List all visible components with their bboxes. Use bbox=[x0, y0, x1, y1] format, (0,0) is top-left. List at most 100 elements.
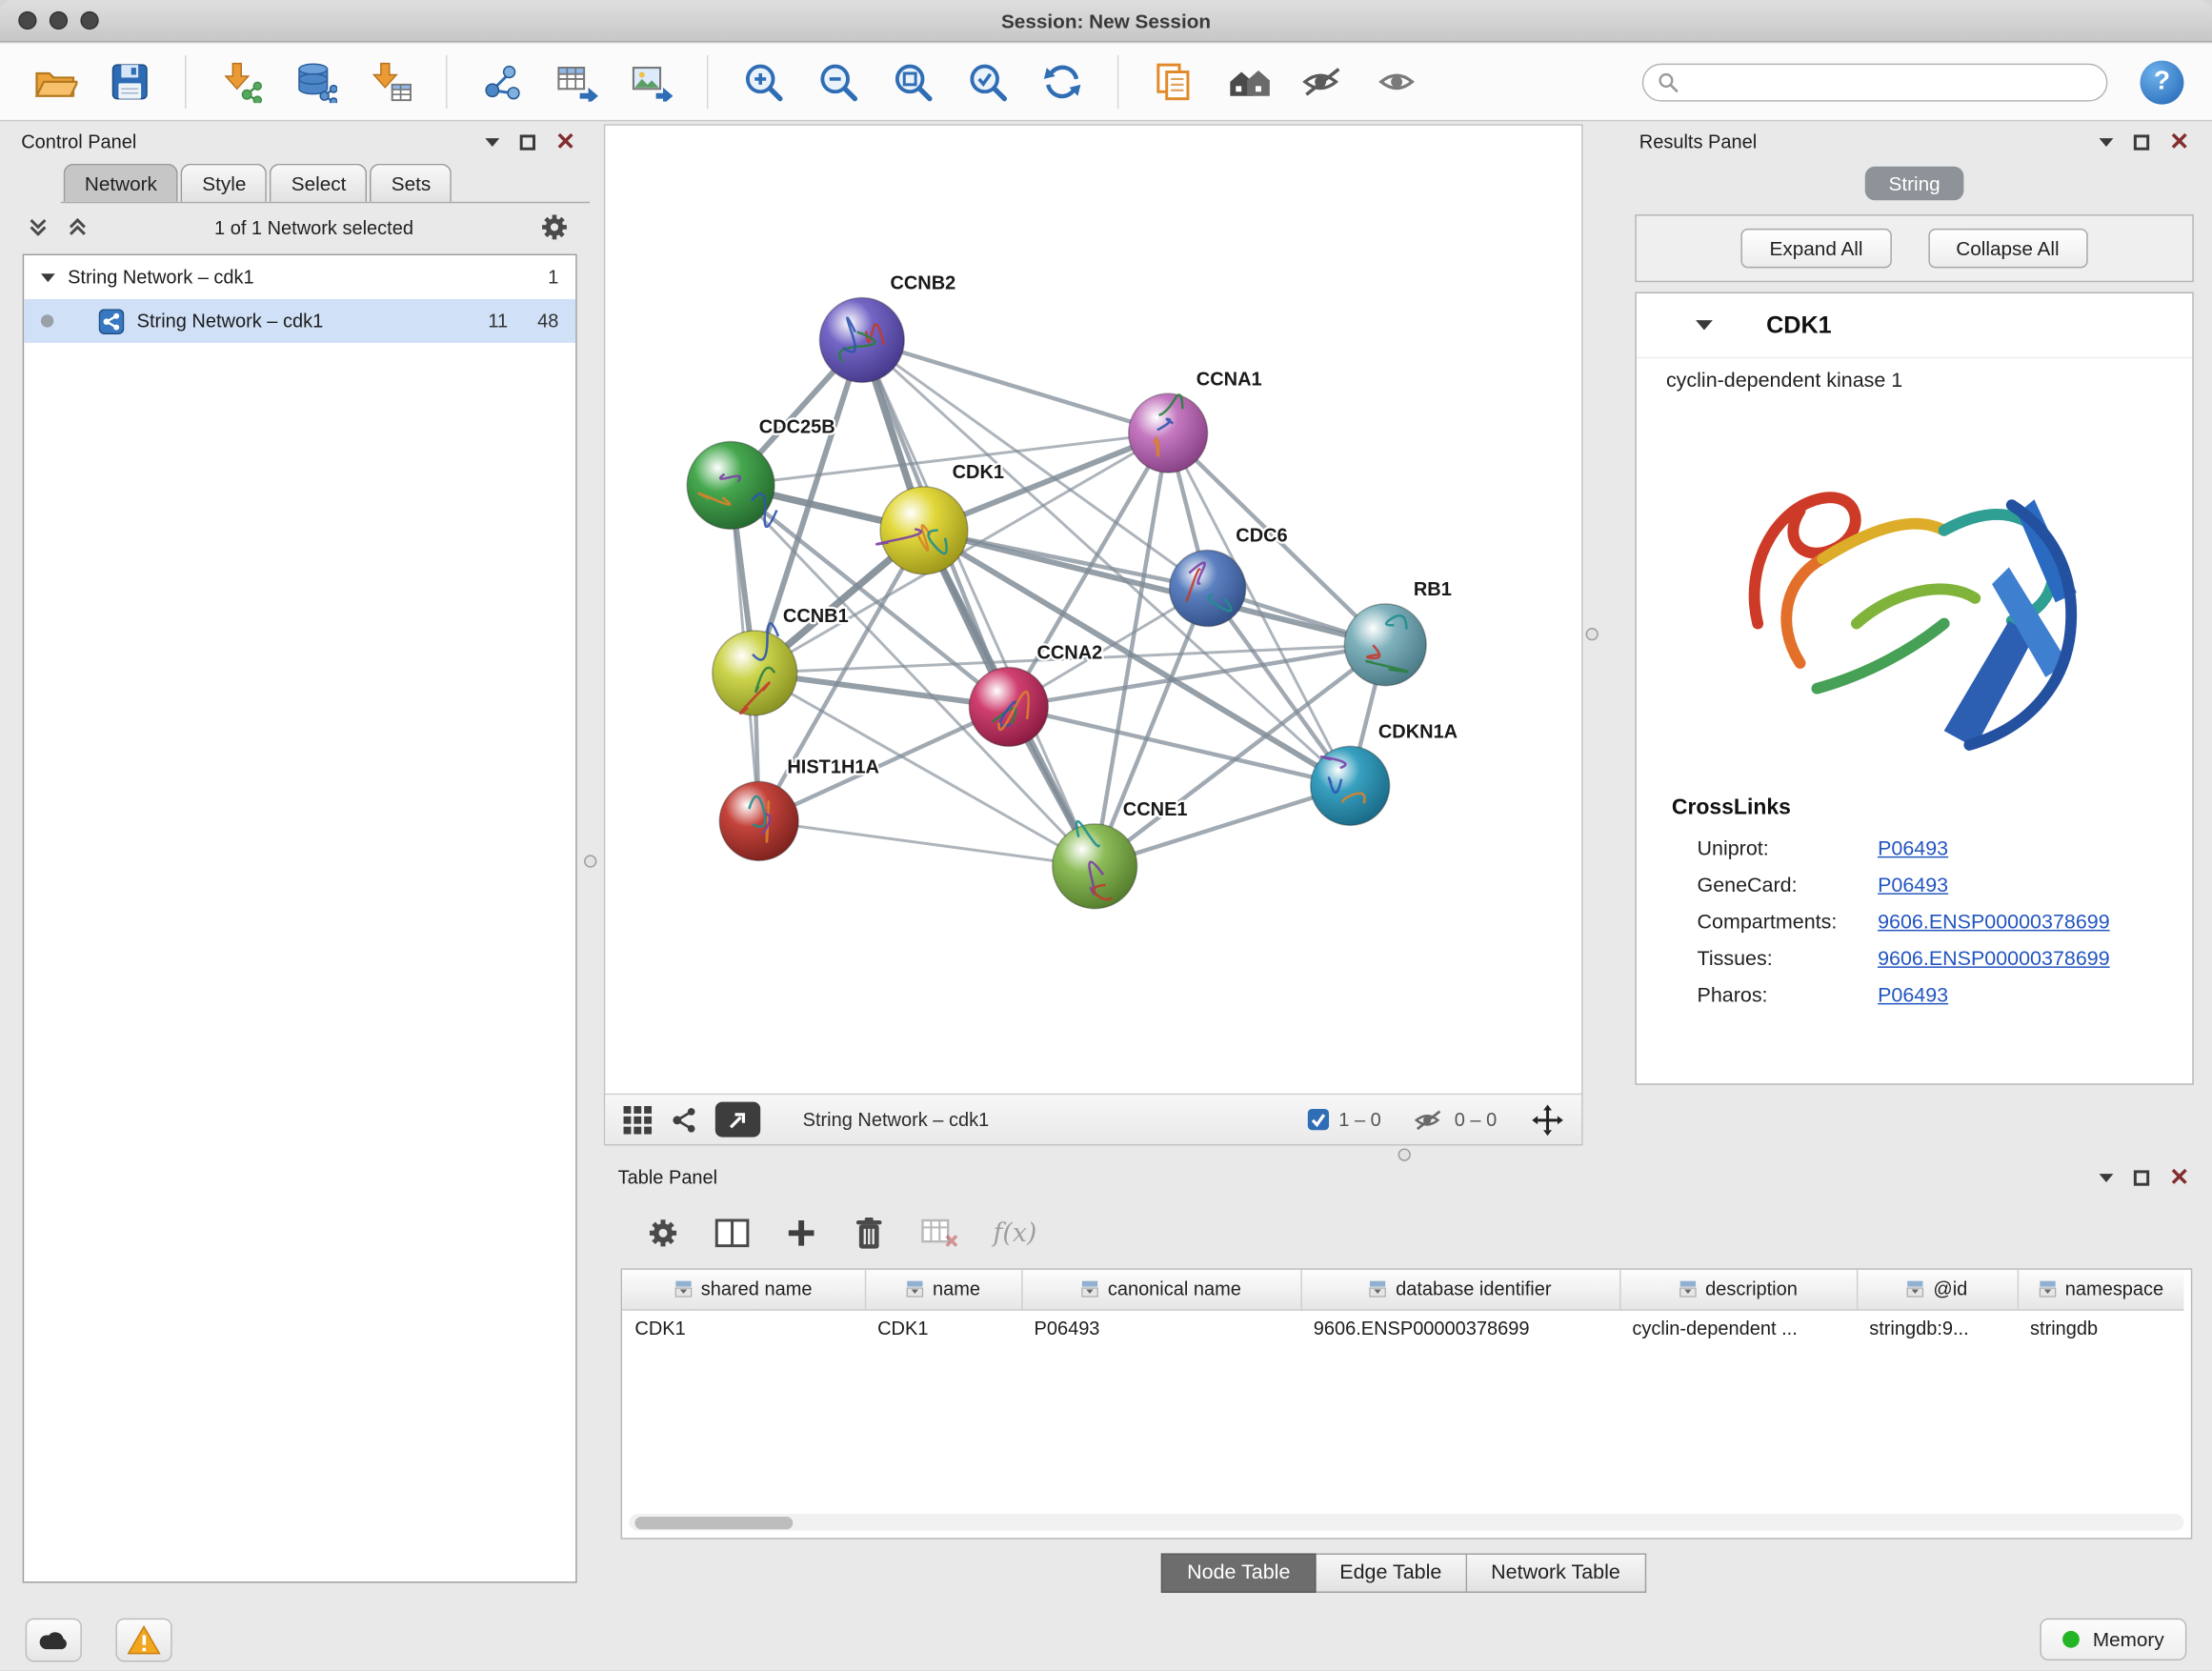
import-network-from-file-button[interactable] bbox=[209, 50, 273, 114]
network-node-CDC25B[interactable]: CDC25B bbox=[687, 417, 835, 530]
column-header[interactable]: description bbox=[1619, 1270, 1857, 1309]
network-canvas-area[interactable]: CCNB2CCNA1CDC25BCDK1CDC6RB1CCNB1CCNA2CDK… bbox=[605, 126, 1581, 1094]
column-header[interactable]: canonical name bbox=[1021, 1270, 1300, 1309]
network-edge-CDK1-RB1[interactable] bbox=[924, 531, 1385, 645]
open-session-button[interactable] bbox=[23, 50, 88, 114]
collection-disclosure-icon[interactable] bbox=[41, 273, 55, 282]
close-panel-icon[interactable]: ✕ bbox=[555, 130, 575, 153]
close-panel-icon[interactable]: ✕ bbox=[2169, 1165, 2189, 1189]
protein-section-header[interactable]: CDK1 bbox=[1637, 293, 2192, 358]
splitter-handle[interactable] bbox=[584, 855, 596, 867]
table-row[interactable]: CDK1 CDK1 P06493 9606.ENSP00000378699 cy… bbox=[622, 1309, 2183, 1347]
panel-menu-icon[interactable] bbox=[2099, 1173, 2113, 1181]
memory-status-button[interactable]: Memory bbox=[2041, 1619, 2186, 1661]
warnings-button[interactable] bbox=[115, 1618, 171, 1661]
collapse-all-button[interactable]: Collapse All bbox=[1928, 229, 2088, 268]
window-zoom-button[interactable] bbox=[80, 11, 98, 30]
column-header[interactable]: name bbox=[865, 1270, 1021, 1309]
detach-view-button[interactable] bbox=[715, 1102, 760, 1137]
panel-menu-icon[interactable] bbox=[2099, 137, 2113, 146]
float-panel-icon[interactable] bbox=[2133, 133, 2150, 151]
cell-shared-name[interactable]: CDK1 bbox=[622, 1309, 865, 1347]
network-node-CDC6[interactable]: CDC6 bbox=[1170, 526, 1288, 627]
column-header[interactable]: database identifier bbox=[1300, 1270, 1619, 1309]
tab-network-table[interactable]: Network Table bbox=[1467, 1553, 1645, 1592]
network-collection-row[interactable]: String Network – cdk1 1 bbox=[24, 255, 575, 299]
network-node-CCNA1[interactable]: CCNA1 bbox=[1129, 369, 1262, 473]
help-button[interactable]: ? bbox=[2141, 60, 2184, 104]
save-session-button[interactable] bbox=[97, 50, 162, 114]
network-edge-CCNB2-CCNA1[interactable] bbox=[862, 340, 1168, 433]
pan-tool-button[interactable] bbox=[1531, 1102, 1565, 1137]
gear-icon[interactable] bbox=[646, 1217, 680, 1251]
export-image-button[interactable] bbox=[619, 50, 684, 114]
column-header[interactable]: namespace bbox=[2018, 1270, 2184, 1309]
export-table-button[interactable] bbox=[545, 50, 610, 114]
crosslink-link[interactable]: P06493 bbox=[1878, 838, 1948, 861]
search-input[interactable] bbox=[1689, 71, 2093, 92]
splitter-handle[interactable] bbox=[1586, 628, 1599, 640]
hide-selected-button[interactable] bbox=[1291, 50, 1356, 114]
tab-style[interactable]: Style bbox=[181, 164, 268, 202]
zoom-fit-button[interactable] bbox=[880, 50, 945, 114]
cell-description[interactable]: cyclin-dependent ... bbox=[1619, 1309, 1857, 1347]
import-table-from-file-button[interactable] bbox=[358, 50, 423, 114]
zoom-out-button[interactable] bbox=[806, 50, 871, 114]
column-header[interactable]: @id bbox=[1857, 1270, 2018, 1309]
splitter-handle[interactable] bbox=[1398, 1148, 1411, 1160]
cloud-status-button[interactable] bbox=[26, 1618, 82, 1661]
collapse-all-icon[interactable] bbox=[27, 216, 50, 239]
tab-edge-table[interactable]: Edge Table bbox=[1316, 1553, 1467, 1592]
gear-icon[interactable] bbox=[539, 211, 571, 243]
window-minimize-button[interactable] bbox=[50, 11, 68, 30]
zoom-in-button[interactable] bbox=[731, 50, 795, 114]
cell-name[interactable]: CDK1 bbox=[865, 1309, 1021, 1347]
close-panel-icon[interactable]: ✕ bbox=[2169, 130, 2189, 153]
add-column-icon[interactable] bbox=[784, 1217, 818, 1251]
network-node-RB1[interactable]: RB1 bbox=[1344, 579, 1452, 686]
tab-select[interactable]: Select bbox=[271, 164, 368, 202]
cell-namespace[interactable]: stringdb bbox=[2018, 1309, 2184, 1347]
crosslink-link[interactable]: P06493 bbox=[1878, 875, 1948, 897]
expand-all-icon[interactable] bbox=[67, 216, 90, 239]
delete-table-icon[interactable] bbox=[920, 1217, 959, 1251]
float-panel-icon[interactable] bbox=[519, 133, 536, 151]
network-canvas[interactable]: CCNB2CCNA1CDC25BCDK1CDC6RB1CCNB1CCNA2CDK… bbox=[605, 126, 1581, 1094]
copy-document-button[interactable] bbox=[1141, 50, 1206, 114]
network-row[interactable]: String Network – cdk1 11 48 bbox=[24, 299, 575, 343]
zoom-selected-button[interactable] bbox=[955, 50, 1020, 114]
cell-database-identifier[interactable]: 9606.ENSP00000378699 bbox=[1300, 1309, 1619, 1347]
float-panel-icon[interactable] bbox=[2133, 1169, 2150, 1186]
show-columns-icon[interactable] bbox=[714, 1217, 751, 1251]
network-edge-HIST1H1A-CCNE1[interactable] bbox=[759, 821, 1095, 866]
show-graphics-details-button[interactable] bbox=[1366, 50, 1431, 114]
delete-column-icon[interactable] bbox=[852, 1215, 886, 1252]
new-network-from-selection-button[interactable] bbox=[470, 50, 534, 114]
first-neighbors-button[interactable] bbox=[1217, 50, 1281, 114]
expand-all-button[interactable]: Expand All bbox=[1741, 229, 1891, 268]
function-builder-button[interactable]: f(x) bbox=[994, 1218, 1037, 1248]
network-edge-CCNB2-CCNE1[interactable] bbox=[862, 340, 1095, 866]
crosslink-link[interactable]: P06493 bbox=[1878, 985, 1948, 1008]
section-disclosure-icon[interactable] bbox=[1696, 320, 1713, 330]
crosslink-link[interactable]: 9606.ENSP00000378699 bbox=[1878, 912, 2110, 935]
tab-node-table[interactable]: Node Table bbox=[1161, 1553, 1316, 1592]
results-tab-string[interactable]: String bbox=[1864, 167, 1964, 201]
apply-preferred-layout-button[interactable] bbox=[1030, 50, 1095, 114]
horizontal-scrollbar[interactable] bbox=[629, 1514, 2183, 1531]
column-header[interactable]: shared name bbox=[622, 1270, 865, 1309]
tab-sets[interactable]: Sets bbox=[371, 164, 452, 202]
tab-network[interactable]: Network bbox=[64, 164, 178, 202]
cell-id[interactable]: stringdb:9... bbox=[1857, 1309, 2018, 1347]
import-network-from-database-button[interactable] bbox=[284, 50, 349, 114]
network-node-CDK1[interactable]: CDK1 bbox=[876, 462, 1004, 574]
network-node-CDKN1A[interactable]: CDKN1A bbox=[1311, 722, 1458, 826]
grid-view-button[interactable] bbox=[622, 1104, 654, 1136]
network-node-CCNB2[interactable]: CCNB2 bbox=[819, 273, 955, 383]
panel-menu-icon[interactable] bbox=[485, 137, 499, 146]
network-node-HIST1H1A[interactable]: HIST1H1A bbox=[719, 757, 879, 861]
network-edge-CCNA2-CDKN1A[interactable] bbox=[1009, 707, 1350, 786]
network-overview-button[interactable] bbox=[670, 1105, 698, 1134]
window-close-button[interactable] bbox=[18, 11, 36, 30]
cell-canonical-name[interactable]: P06493 bbox=[1021, 1309, 1300, 1347]
